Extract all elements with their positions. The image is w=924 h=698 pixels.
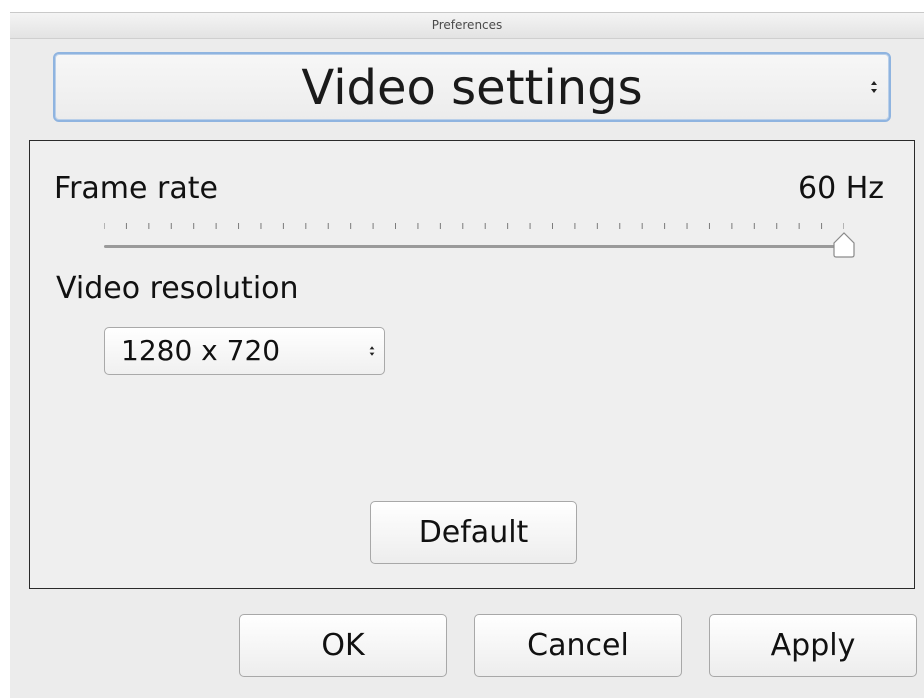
ok-button[interactable]: OK [239,614,447,677]
frame-rate-slider[interactable] [104,221,855,261]
frame-rate-value: 60 Hz [797,171,884,206]
up-down-arrows-icon [369,346,375,356]
settings-category-label: Video settings [301,60,643,116]
preferences-window: Preferences Video settings Frame rate 60… [10,12,924,698]
frame-rate-label: Frame rate [54,171,218,206]
window-titlebar[interactable]: Preferences [10,13,924,39]
slider-track[interactable] [104,245,844,248]
settings-category-select[interactable]: Video settings [53,52,891,122]
slider-ticks [104,223,844,229]
default-button[interactable]: Default [370,501,577,564]
video-resolution-value: 1280 x 720 [121,334,281,367]
apply-button[interactable]: Apply [709,614,917,677]
up-down-arrows-icon [871,81,877,93]
window-title: Preferences [431,18,503,32]
video-resolution-label: Video resolution [56,271,299,306]
video-resolution-select[interactable]: 1280 x 720 [104,327,385,375]
video-settings-panel: Frame rate 60 Hz Video resolution 1280 x… [29,140,915,589]
cancel-button[interactable]: Cancel [474,614,682,677]
slider-thumb[interactable] [832,231,856,259]
